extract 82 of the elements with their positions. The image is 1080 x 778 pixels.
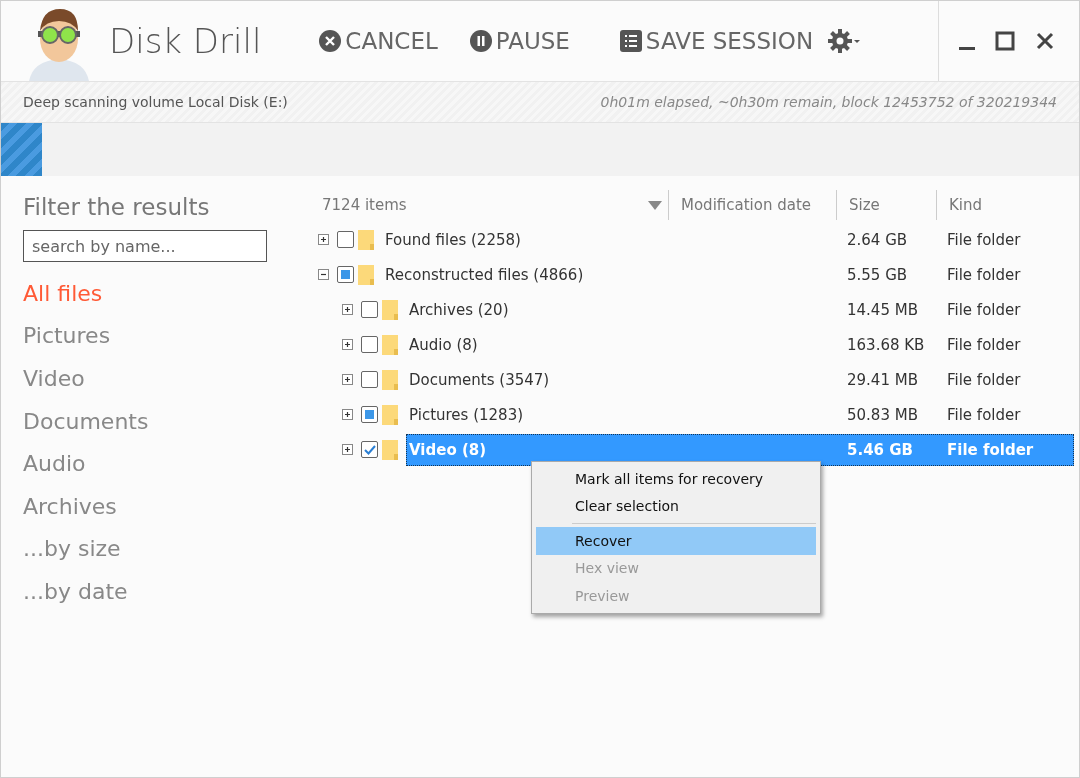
checkbox[interactable]: [337, 231, 354, 248]
maximize-button[interactable]: [995, 31, 1015, 51]
filter-item[interactable]: Audio: [23, 442, 300, 485]
close-button[interactable]: [1035, 31, 1055, 51]
column-header[interactable]: Size: [849, 196, 880, 214]
cancel-button[interactable]: CANCEL: [319, 28, 438, 54]
size-cell-text: 2.64 GB: [846, 230, 909, 249]
file-name: Audio (8): [408, 335, 478, 354]
size-cell-text: 29.41 MB: [846, 370, 919, 389]
folder-icon: [382, 369, 398, 390]
table-row[interactable]: Pictures (1283) 50.83 MB File folder: [406, 398, 1074, 431]
expand-icon[interactable]: [342, 444, 353, 455]
kind-cell-text: File folder: [946, 300, 1022, 319]
expand-icon[interactable]: [342, 374, 353, 385]
size-cell-text: 14.45 MB: [846, 300, 919, 319]
column-header[interactable]: Modification date: [681, 196, 812, 214]
close-circle-icon: [319, 30, 342, 52]
file-name: Reconstructed files (4866): [384, 265, 584, 284]
pause-button[interactable]: PAUSE: [469, 28, 570, 54]
pause-circle-icon: [469, 30, 492, 52]
folder-icon: [382, 404, 398, 425]
checkbox[interactable]: [361, 371, 378, 388]
file-name: Archives (20): [408, 300, 509, 319]
table-row[interactable]: Audio (8) 163.68 KB File folder: [406, 328, 1074, 361]
expand-icon[interactable]: [342, 409, 353, 420]
file-name: Found files (2258): [384, 230, 521, 249]
expand-icon[interactable]: [342, 339, 353, 350]
checkbox[interactable]: [361, 406, 378, 423]
table-row[interactable]: Documents (3547) 29.41 MB File folder: [406, 363, 1074, 396]
sidebar-title: Filter the results: [23, 194, 211, 220]
folder-icon: [358, 229, 374, 250]
checkbox[interactable]: [361, 336, 378, 353]
size-cell-text: 5.55 GB: [846, 265, 909, 284]
search-field[interactable]: search by name...: [23, 230, 267, 262]
selected-row[interactable]: Video (8) 5.46 GB File folder: [406, 433, 1074, 466]
checkbox[interactable]: [361, 301, 378, 318]
kind-cell-text: File folder: [946, 265, 1022, 284]
filter-item[interactable]: Documents: [23, 399, 300, 443]
minimize-icon: [959, 47, 975, 50]
settings-icon[interactable]: [827, 28, 862, 54]
table-row[interactable]: Found files (2258) 2.64 GB File folder: [382, 223, 1074, 256]
maximize-icon: [995, 31, 1015, 51]
checkbox[interactable]: [337, 266, 354, 283]
filter-item[interactable]: Archives: [23, 484, 300, 528]
filter-item[interactable]: Pictures: [23, 314, 300, 358]
kind-cell-text: File folder: [946, 230, 1022, 249]
expand-icon[interactable]: [318, 234, 329, 245]
file-name: Video (8): [408, 440, 487, 459]
filter-item[interactable]: ...by size: [23, 527, 300, 571]
file-name: Documents (3547): [408, 370, 550, 389]
size-cell-text: 5.46 GB: [846, 440, 914, 459]
checkbox[interactable]: [361, 441, 378, 458]
menu-item[interactable]: Mark all items for recovery: [536, 465, 816, 493]
kind-cell-text: File folder: [946, 370, 1022, 389]
table-row[interactable]: Reconstructed files (4866) 5.55 GB File folder: [382, 258, 1074, 291]
menu-item[interactable]: Clear selection: [536, 492, 816, 520]
kind-cell-text: File folder: [946, 335, 1022, 354]
folder-icon: [382, 299, 398, 320]
filter-item[interactable]: Video: [23, 357, 300, 400]
list-icon: [619, 30, 642, 52]
folder-icon: [382, 334, 398, 355]
folder-icon: [358, 264, 374, 285]
table-row[interactable]: Archives (20) 14.45 MB File folder: [406, 293, 1074, 326]
column-header[interactable]: 7124 items: [322, 196, 407, 214]
file-name: Pictures (1283): [408, 405, 524, 424]
status-message: Deep scanning volume Local Disk (E:): [23, 94, 288, 110]
close-icon: [1035, 31, 1055, 51]
size-cell-text: 163.68 KB: [846, 335, 926, 354]
size-cell-text: 50.83 MB: [846, 405, 919, 424]
column-header[interactable]: Kind: [949, 196, 983, 214]
app-title: Disk Drill: [109, 21, 262, 61]
menu-item[interactable]: Recover: [536, 527, 816, 555]
folder-icon: [382, 439, 398, 460]
collapse-icon[interactable]: [318, 269, 329, 280]
progress-text: 0h01m elapsed, ~0h30m remain, block 12453752 of 320219344: [600, 94, 1057, 110]
kind-cell-text: File folder: [946, 405, 1022, 424]
kind-cell-text: File folder: [946, 440, 1035, 459]
expand-icon[interactable]: [342, 304, 353, 315]
filter-item[interactable]: ...by date: [23, 570, 300, 613]
filter-item[interactable]: All files: [23, 272, 300, 315]
sort-caret-icon[interactable]: [648, 200, 662, 210]
save-button[interactable]: SAVE SESSION: [619, 28, 814, 54]
